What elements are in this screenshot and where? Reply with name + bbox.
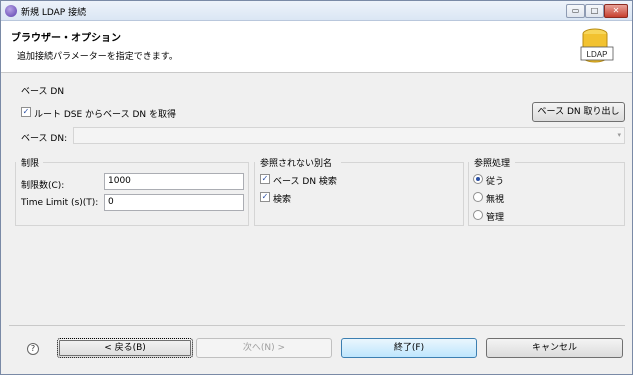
cancel-button[interactable]: キャンセル [486, 338, 623, 358]
alias-base-dn-search-label: ベース DN 検索 [273, 177, 337, 187]
fetch-base-dn-label: ルート DSE からベース DN を取得 [34, 110, 176, 120]
footer-separator [9, 325, 625, 326]
options-content: ベース DN ✓ ルート DSE からベース DN を取得 ベース DN 取り出… [1, 74, 632, 374]
time-limit-input[interactable]: 0 [104, 194, 244, 211]
referral-manage-radio[interactable] [473, 210, 483, 220]
page-title: ブラウザー・オプション [11, 33, 121, 44]
ldap-icon-label: LDAP [587, 50, 608, 59]
time-limit-label: Time Limit (s)(T): [21, 198, 99, 208]
fetch-base-dn-checkbox[interactable]: ✓ [21, 107, 31, 117]
alias-base-dn-search-checkbox[interactable]: ✓ [260, 174, 270, 184]
next-button[interactable]: 次へ(N) > [196, 338, 332, 358]
title-bar: 新規 LDAP 接続 ▭ □ ✕ [1, 1, 632, 21]
page-description: 追加接続パラメーターを指定できます。 [17, 52, 178, 62]
base-dn-combo[interactable]: ▾ [73, 127, 625, 144]
back-button[interactable]: < 戻る(B) [57, 338, 193, 358]
count-limit-input[interactable]: 1000 [104, 173, 244, 190]
referral-follow-label: 従う [486, 177, 505, 187]
wizard-header: ブラウザー・オプション 追加接続パラメーターを指定できます。 LDAP [1, 21, 632, 73]
ldap-database-icon: LDAP [580, 28, 614, 63]
dialog-window: 新規 LDAP 接続 ▭ □ ✕ ブラウザー・オプション 追加接続パラメーターを… [0, 0, 633, 375]
referral-ignore-radio[interactable] [473, 192, 483, 202]
fetch-base-dn-button[interactable]: ベース DN 取り出し [532, 102, 625, 122]
count-limit-label: 制限数(C): [21, 181, 65, 191]
referral-manage-label: 管理 [486, 213, 505, 223]
alias-search-label: 検索 [273, 195, 292, 205]
eclipse-app-icon [5, 5, 17, 17]
base-dn-field-label: ベース DN: [21, 134, 68, 144]
alias-search-checkbox[interactable]: ✓ [260, 192, 270, 202]
referral-follow-radio[interactable] [473, 174, 483, 184]
referral-ignore-label: 無視 [486, 195, 505, 205]
close-button[interactable]: ✕ [604, 4, 628, 18]
minimize-button[interactable]: ▭ [566, 4, 585, 18]
base-dn-section-label: ベース DN [21, 87, 65, 97]
help-icon[interactable]: ? [27, 343, 39, 355]
maximize-button[interactable]: □ [585, 4, 604, 18]
chevron-down-icon: ▾ [617, 131, 621, 139]
window-title: 新規 LDAP 接続 [21, 8, 87, 18]
finish-button[interactable]: 終了(F) [341, 338, 477, 358]
